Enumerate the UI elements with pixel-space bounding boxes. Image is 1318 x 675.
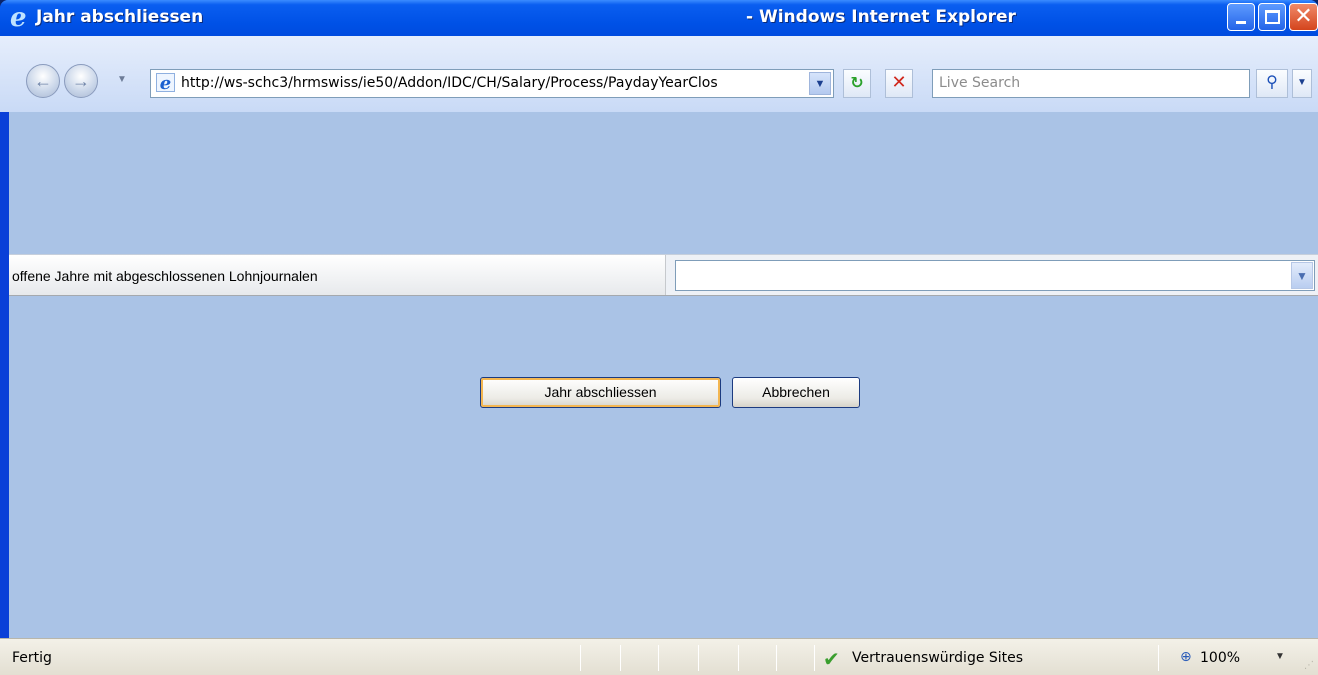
cancel-button[interactable]: Abbrechen: [732, 377, 860, 408]
back-icon: ←: [34, 71, 52, 91]
recent-pages-dropdown-icon[interactable]: ▼: [117, 74, 127, 85]
open-years-select[interactable]: ▼: [675, 260, 1315, 291]
window-frame-left: [0, 112, 9, 638]
page-icon: e: [156, 73, 175, 93]
chevron-down-icon: ▼: [814, 78, 826, 90]
select-dropdown-button[interactable]: ▼: [1291, 262, 1313, 289]
status-divider: [698, 645, 699, 671]
ie-logo-icon: e: [10, 3, 27, 33]
page-content: offene Jahre mit abgeschlossenen Lohnjou…: [9, 112, 1318, 638]
status-text: Fertig: [12, 650, 52, 666]
browser-window: e Jahr abschliessen - Windows Internet E…: [0, 0, 1318, 675]
status-divider: [814, 645, 815, 671]
close-year-button[interactable]: Jahr abschliessen: [480, 377, 721, 408]
minimize-icon: [1236, 21, 1246, 24]
address-bar[interactable]: e http://ws-schc3/hrmswiss/ie50/Addon/ID…: [150, 69, 834, 98]
stop-button[interactable]: ✕: [885, 69, 913, 98]
status-divider: [620, 645, 621, 671]
search-button[interactable]: ⚲: [1256, 69, 1288, 98]
refresh-icon: ↻: [850, 73, 864, 92]
resize-grip-icon[interactable]: ⋰: [1304, 660, 1314, 671]
status-divider: [1158, 645, 1159, 671]
chevron-down-icon: ▼: [1296, 269, 1308, 283]
forward-button[interactable]: →: [64, 64, 98, 98]
status-divider: [776, 645, 777, 671]
open-years-label: offene Jahre mit abgeschlossenen Lohnjou…: [12, 268, 318, 284]
security-zone-label[interactable]: Vertrauenswürdige Sites: [852, 650, 1023, 666]
window-title-page: Jahr abschliessen: [36, 7, 204, 27]
address-input[interactable]: http://ws-schc3/hrmswiss/ie50/Addon/IDC/…: [181, 75, 811, 91]
status-divider: [738, 645, 739, 671]
form-label-cell: offene Jahre mit abgeschlossenen Lohnjou…: [9, 255, 666, 295]
maximize-icon: [1265, 10, 1280, 24]
status-bar: Fertig ✔ Vertrauenswürdige Sites ⊕ 100% …: [0, 638, 1318, 675]
address-dropdown-button[interactable]: ▼: [809, 72, 831, 95]
form-row-open-years: offene Jahre mit abgeschlossenen Lohnjou…: [9, 254, 1318, 296]
zoom-level[interactable]: 100%: [1200, 650, 1240, 666]
search-icon: ⚲: [1266, 74, 1278, 91]
search-options-button[interactable]: ▼: [1292, 69, 1312, 98]
refresh-button[interactable]: ↻: [843, 69, 871, 98]
chevron-down-icon: ▼: [1297, 77, 1307, 88]
close-icon: ✕: [1294, 4, 1313, 29]
status-divider: [658, 645, 659, 671]
status-divider: [580, 645, 581, 671]
zoom-icon: ⊕: [1180, 648, 1192, 664]
zoom-dropdown-icon[interactable]: ▼: [1275, 651, 1285, 662]
stop-icon: ✕: [891, 72, 907, 93]
trusted-zone-icon: ✔: [823, 649, 840, 671]
maximize-button[interactable]: [1258, 3, 1286, 31]
window-title-app: - Windows Internet Explorer: [746, 7, 1016, 27]
search-input[interactable]: Live Search: [932, 69, 1250, 98]
back-button[interactable]: ←: [26, 64, 60, 98]
minimize-button[interactable]: [1227, 3, 1255, 31]
close-button[interactable]: ✕: [1289, 3, 1318, 31]
forward-icon: →: [72, 71, 90, 91]
